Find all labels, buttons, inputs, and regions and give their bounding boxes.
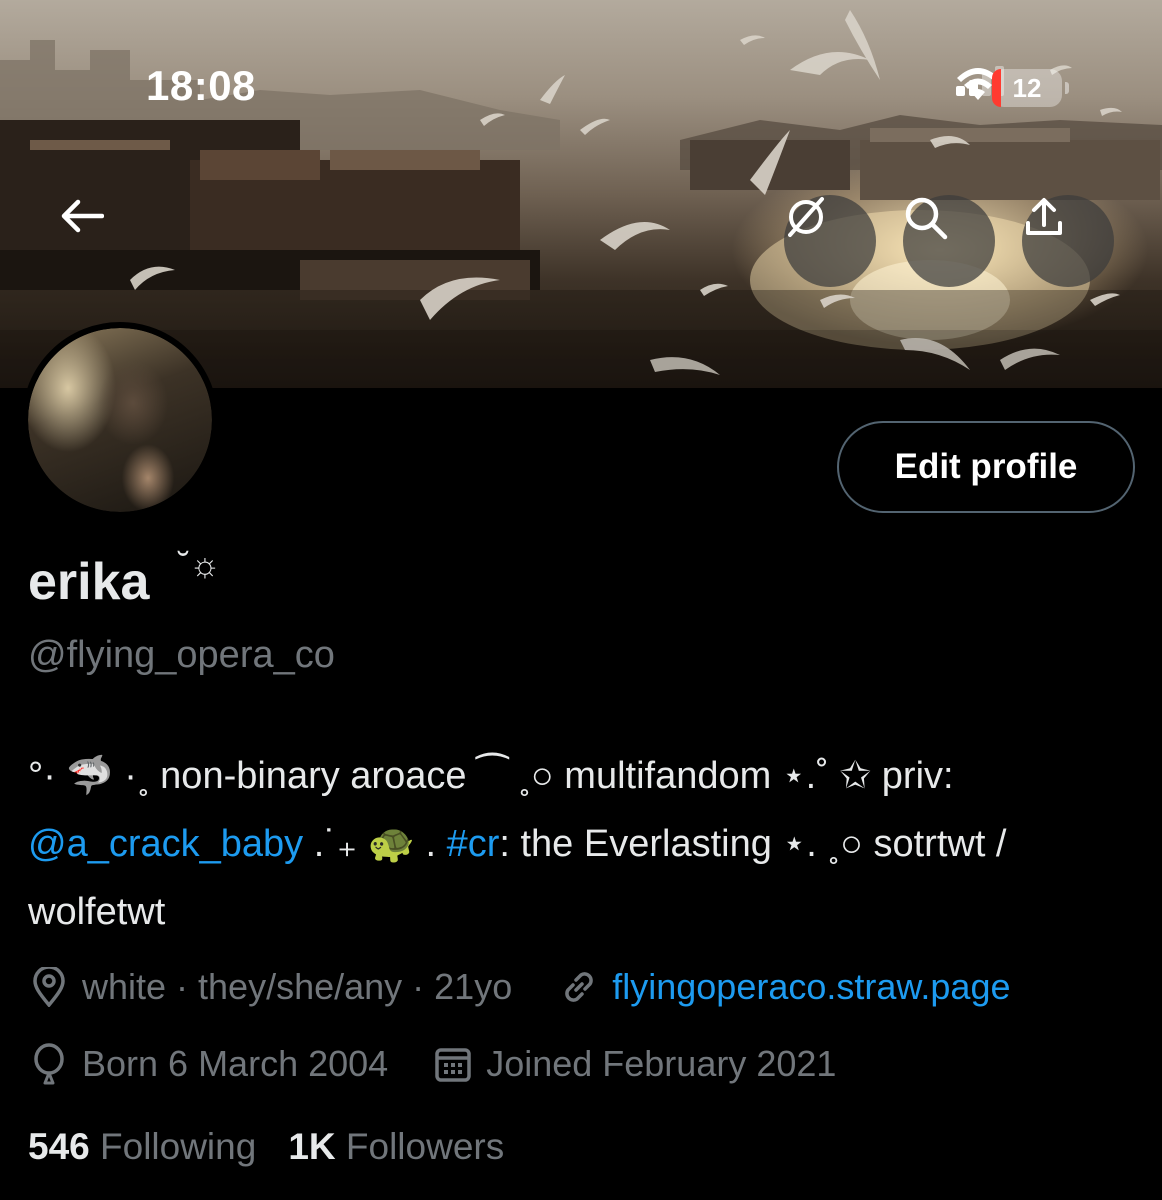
website-link[interactable]: flyingoperaco.straw.page [612,966,1010,1008]
following-link[interactable]: 546 Following [28,1126,256,1167]
search-button[interactable] [903,195,995,287]
following-label: Following [100,1126,257,1167]
bio-line-3: wolfetwt [28,878,1138,946]
bio-text: . [414,823,447,865]
bio-text: priv: [871,755,954,797]
birthday-text: Born 6 March 2004 [82,1043,389,1084]
link-icon [558,966,600,1008]
location-pin-icon [28,966,70,1008]
back-button[interactable] [60,198,136,274]
display-name-decoration: ˘☼ [178,546,221,584]
hashtag-link[interactable]: #cr [447,823,500,865]
balloon-icon [28,1043,70,1085]
share-button[interactable] [1022,195,1114,287]
bio-text: °· [28,755,67,797]
bio-text: .˙₊ [303,823,368,865]
bio-text: : the Everlasting ⋆. ˳○ sotrtwt / [499,823,1007,865]
display-name: erika [28,553,150,611]
followers-link[interactable]: 1K Followers [288,1126,504,1167]
bio-line-1: °· 🦈 ·˳ non-binary aroace ⁀ ˳○ multifand… [28,742,1138,810]
joined-text: Joined February 2021 [486,1043,837,1084]
user-handle: @flying_opera_co [28,634,335,676]
bio-text: wolfetwt [28,891,166,933]
profile-meta-row-1: white · they/she/any · 21yo flyingoperac… [28,966,1010,1008]
mention-link[interactable]: @a_crack_baby [28,823,303,865]
battery-nub [1065,82,1069,94]
avatar-image [28,328,212,512]
profile-banner[interactable]: 18:08 12 [0,0,1162,388]
followers-label: Followers [345,1126,505,1167]
grok-button[interactable] [784,195,876,287]
turtle-emoji: 🐢 [367,823,415,865]
bio-line-2: @a_crack_baby .˙₊ 🐢 . #cr: the Everlasti… [28,810,1138,878]
calendar-icon [432,1043,474,1085]
follow-counts: 546 Following 1K Followers [28,1126,504,1168]
battery-level: 12 [1012,72,1042,103]
profile-meta-row-2: Born 6 March 2004 Joined February 2021 [28,1043,836,1085]
edit-profile-button[interactable]: Edit profile [837,421,1135,513]
banner-image [0,10,1162,388]
status-time: 18:08 [146,62,256,109]
battery-icon: 12 [992,69,1069,107]
followers-count: 1K [288,1126,336,1167]
following-count: 546 [28,1126,90,1167]
starfish-emoji: ✩ [839,755,872,797]
shark-emoji: 🦈 [66,755,114,797]
bio-text: ·˳ non-binary aroace ⁀ ˳○ multifandom ⋆.… [113,755,840,797]
battery-fill [992,69,1001,107]
location-text: white · they/she/any · 21yo [82,966,513,1007]
status-icons: 12 [956,66,1069,110]
bio: °· 🦈 ·˳ non-binary aroace ⁀ ˳○ multifand… [28,742,1138,946]
avatar[interactable] [22,322,218,518]
